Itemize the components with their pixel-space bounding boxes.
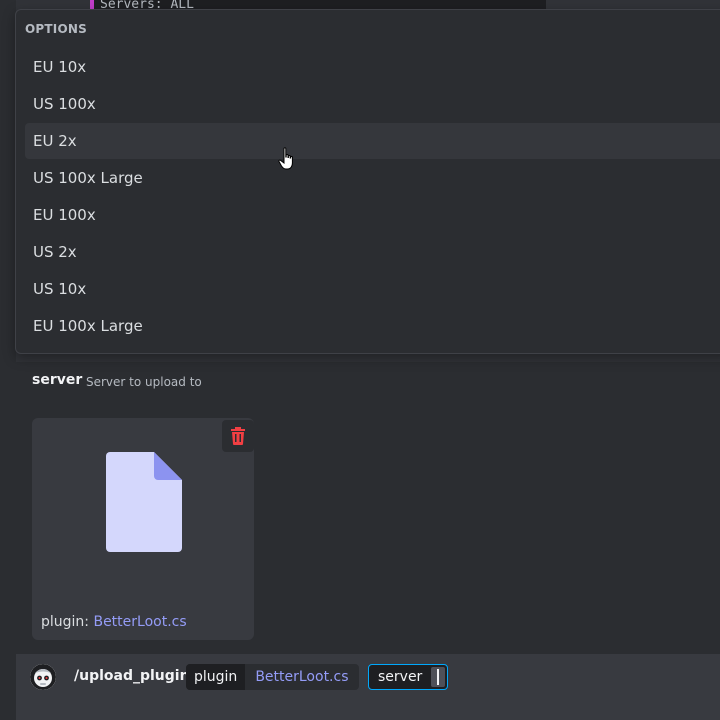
options-popup: OPTIONS EU 10x US 100x EU 2x US 100x Large E…: [15, 9, 720, 354]
left-rail: [0, 0, 16, 720]
server-param-input[interactable]: server: [368, 664, 448, 690]
attachment-label-prefix: plugin:: [41, 614, 94, 630]
option-item[interactable]: US 100x: [25, 86, 720, 122]
bot-avatar-icon: [30, 664, 56, 690]
delete-attachment-button[interactable]: [222, 420, 254, 452]
option-item[interactable]: EU 2x: [25, 123, 720, 159]
trash-icon: [231, 427, 245, 445]
server-option-row[interactable]: server Server to upload to: [16, 362, 720, 398]
option-item[interactable]: EU 10x: [25, 49, 720, 85]
text-caret: [437, 669, 439, 685]
attachment-label: plugin: BetterLoot.cs: [41, 614, 187, 630]
option-item[interactable]: EU 100x: [25, 197, 720, 233]
hand-cursor-icon: [278, 147, 293, 170]
plugin-param-value: BetterLoot.cs: [255, 669, 349, 685]
server-option-description: Server to upload to: [86, 375, 202, 389]
option-item[interactable]: US 100x Large: [25, 160, 720, 196]
plugin-param-pill[interactable]: plugin BetterLoot.cs: [186, 664, 359, 690]
option-item[interactable]: US 10x: [25, 271, 720, 307]
plugin-param-name: plugin: [186, 664, 246, 690]
option-item[interactable]: EU 100x Large: [25, 308, 720, 344]
options-header: OPTIONS: [25, 22, 87, 36]
option-item[interactable]: US 2x: [25, 234, 720, 270]
file-icon: [106, 452, 182, 552]
command-name: /upload_plugin: [74, 668, 190, 684]
server-option-name: server: [32, 372, 83, 388]
bot-avatar: [30, 664, 56, 690]
attachment-filename: BetterLoot.cs: [93, 614, 187, 630]
server-param-name: server: [378, 669, 423, 685]
